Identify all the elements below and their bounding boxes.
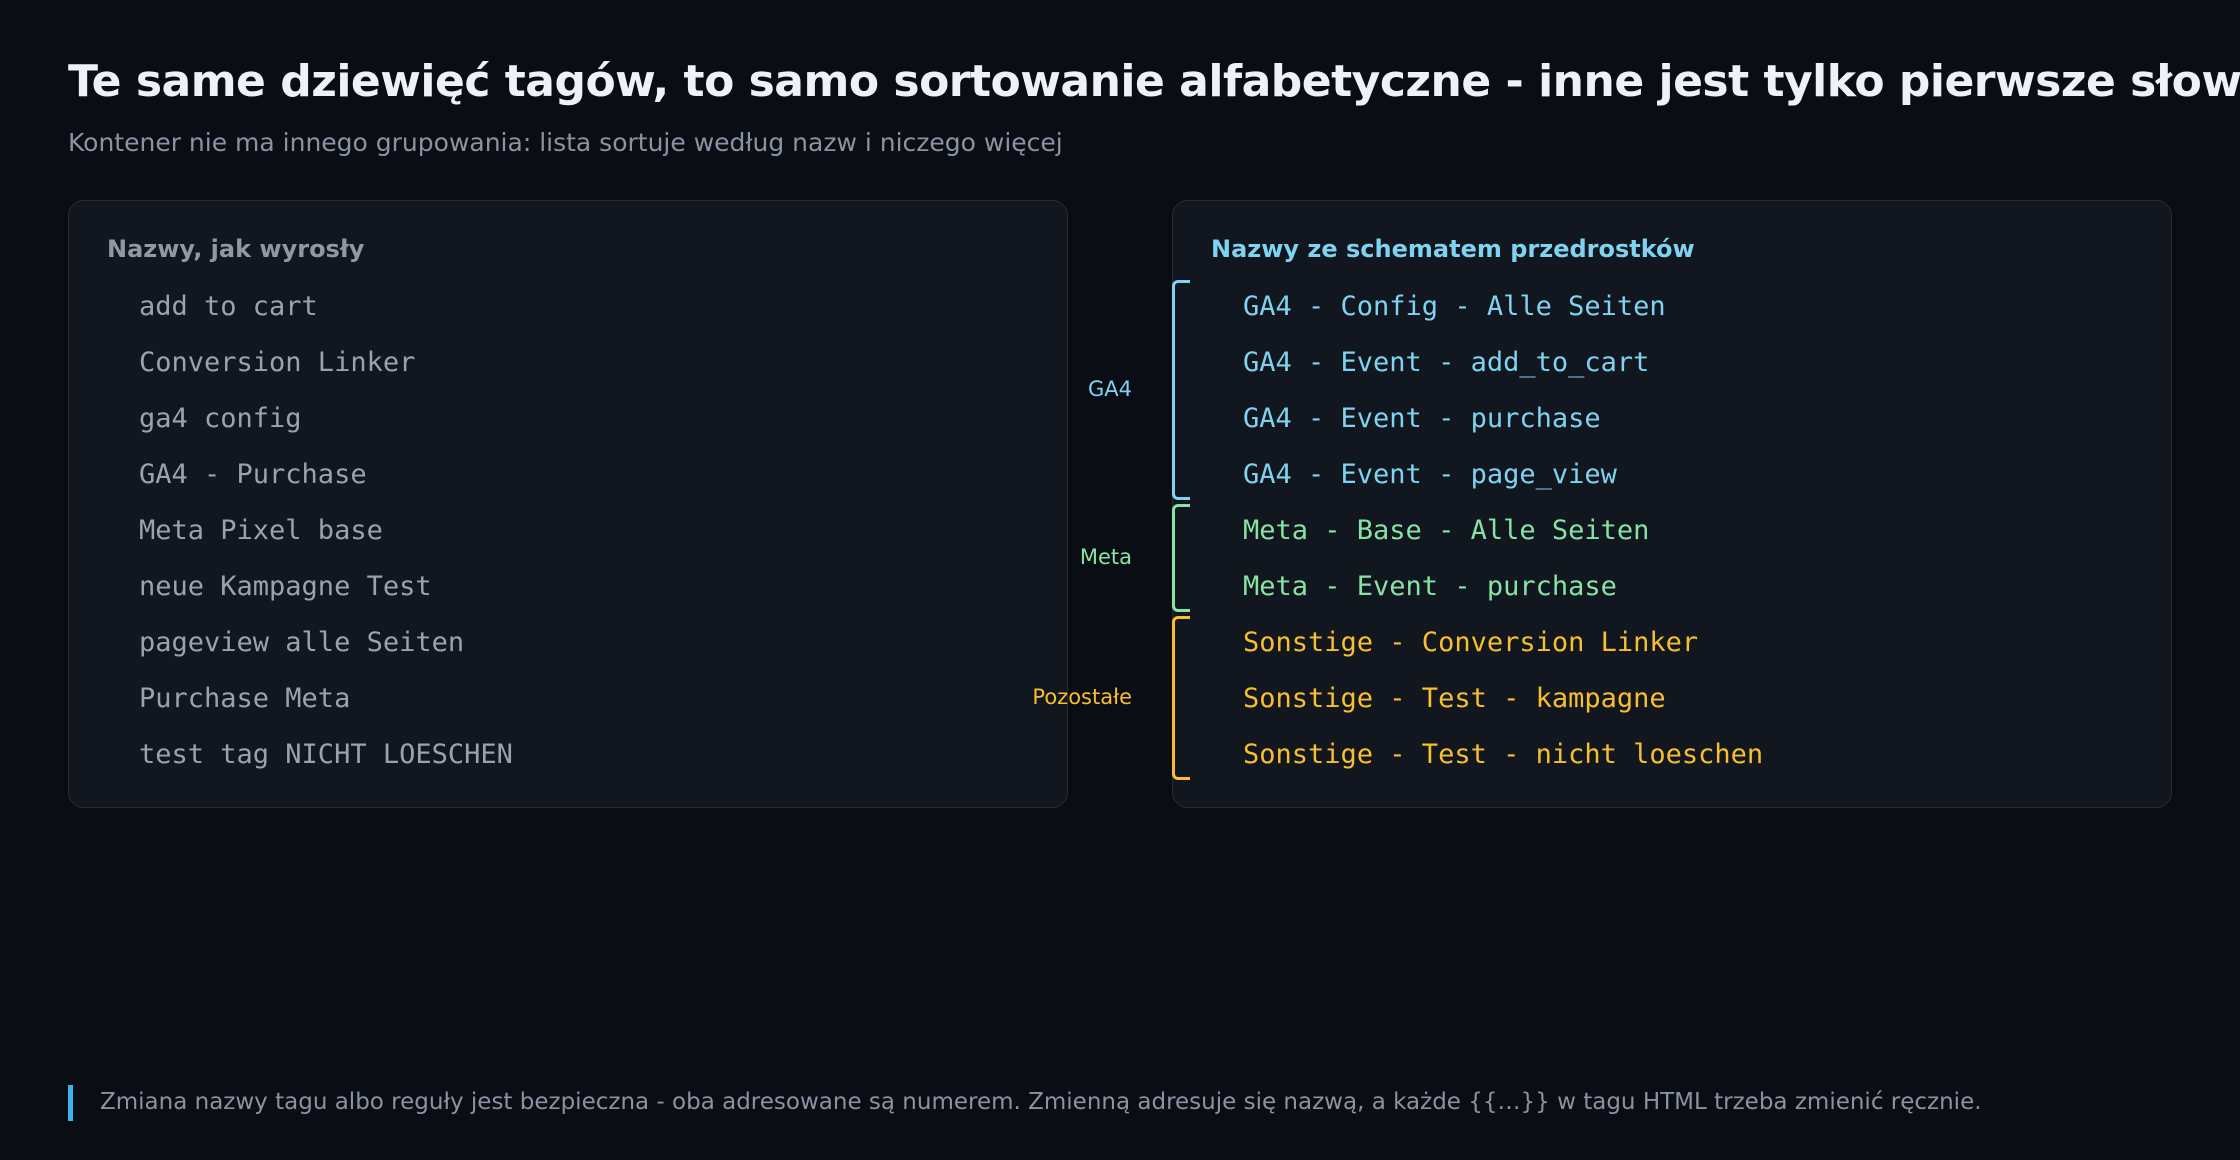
list-item-meta: Meta - Event - purchase [1243,571,1617,602]
group-label-other: Pozostałe [1032,685,1132,709]
list-item-ga4: GA4 - Event - add_to_cart [1243,347,1650,378]
original-names-list: add to cart Conversion Linker ga4 config… [139,287,513,791]
list-item: test tag NICHT LOESCHEN [139,739,513,770]
page-title: Te same dziewięć tagów, to samo sortowan… [68,56,2240,107]
list-item-other: Sonstige - Conversion Linker [1243,627,1699,658]
list-item: Meta Pixel base [139,515,383,546]
page-subtitle: Kontener nie ma innego grupowania: lista… [68,128,1063,157]
list-item-ga4: GA4 - Event - purchase [1243,403,1601,434]
list-item-other: Sonstige - Test - nicht loeschen [1243,739,1764,770]
list-item: ga4 config [139,403,302,434]
list-item-ga4: GA4 - Event - page_view [1243,459,1617,490]
list-item: GA4 - Purchase [139,459,367,490]
group-bracket-meta [1172,504,1190,612]
list-item: Purchase Meta [139,683,351,714]
list-item: Conversion Linker [139,347,416,378]
list-item: neue Kampagne Test [139,571,432,602]
card-title-original: Nazwy, jak wyrosły [107,235,365,263]
prefixed-names-list: GA4 - Config - Alle Seiten GA4 - Event -… [1243,287,1763,791]
list-item-other: Sonstige - Test - kampagne [1243,683,1666,714]
list-item: pageview alle Seiten [139,627,465,658]
group-bracket-other [1172,616,1190,780]
footer-accent-bar [68,1085,73,1121]
group-label-ga4: GA4 [1088,377,1132,401]
footer-note: Zmiana nazwy tagu albo reguły jest bezpi… [100,1089,1982,1115]
card-original-names: Nazwy, jak wyrosły add to cart Conversio… [68,200,1068,808]
list-item-meta: Meta - Base - Alle Seiten [1243,515,1650,546]
card-title-prefixed: Nazwy ze schematem przedrostków [1211,235,1695,263]
list-item-ga4: GA4 - Config - Alle Seiten [1243,291,1666,322]
group-bracket-ga4 [1172,280,1190,500]
card-prefixed-names: Nazwy ze schematem przedrostków GA4 - Co… [1172,200,2172,808]
list-item: add to cart [139,291,318,322]
group-label-meta: Meta [1079,545,1132,569]
